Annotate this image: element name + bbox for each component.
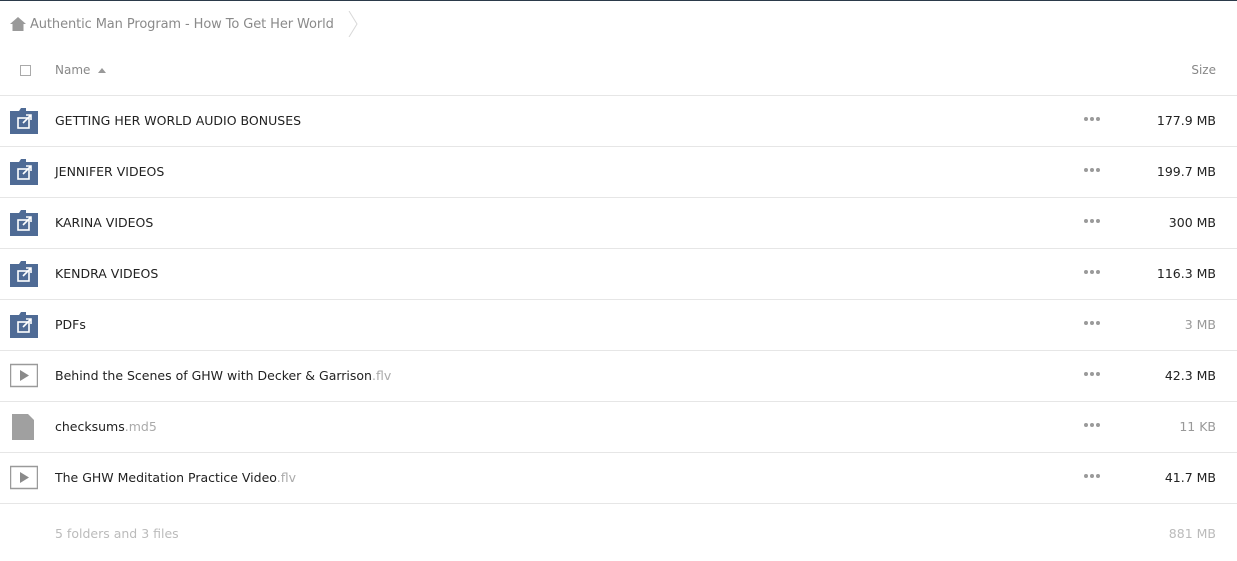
item-size: 300 MB	[1168, 215, 1216, 230]
item-size: 199.7 MB	[1156, 164, 1216, 179]
item-size: 11 KB	[1179, 419, 1216, 434]
shared-folder-icon-graphic	[10, 108, 38, 134]
shared-folder-icon-graphic	[10, 261, 38, 287]
more-options-icon[interactable]	[1084, 111, 1100, 127]
item-name[interactable]: KARINA VIDEOS	[55, 215, 153, 230]
list-item[interactable]: The GHW Meditation Practice Video.flv 41.…	[0, 453, 1237, 504]
more-options-icon[interactable]	[1084, 162, 1100, 178]
item-name-base: The GHW Meditation Practice Video	[55, 470, 277, 485]
list-item[interactable]: GETTING HER WORLD AUDIO BONUSES 177.9 MB	[0, 96, 1237, 147]
more-options-icon[interactable]	[1084, 366, 1100, 382]
more-options-dot	[1084, 372, 1088, 376]
item-size: 3 MB	[1184, 317, 1216, 332]
shared-folder-icon[interactable]	[10, 261, 38, 287]
sort-ascending-icon	[98, 67, 107, 73]
more-options-icon[interactable]	[1084, 315, 1100, 331]
breadcrumb-current[interactable]: Authentic Man Program - How To Get Her W…	[30, 17, 334, 32]
name-column-label: Name	[55, 63, 91, 77]
more-options-dot	[1084, 474, 1088, 478]
item-name[interactable]: KENDRA VIDEOS	[55, 266, 158, 281]
total-size: 881 MB	[1168, 526, 1216, 541]
item-size: 42.3 MB	[1164, 368, 1216, 383]
more-options-dot	[1084, 423, 1088, 427]
generic-file-icon[interactable]	[10, 414, 38, 440]
item-name-base: KARINA VIDEOS	[55, 215, 154, 230]
item-name-base: JENNIFER VIDEOS	[55, 164, 165, 179]
item-extension: .flv	[276, 470, 296, 485]
more-options-icon[interactable]	[1084, 213, 1100, 229]
shared-folder-icon-graphic	[10, 312, 38, 338]
item-name[interactable]: GETTING HER WORLD AUDIO BONUSES	[55, 113, 301, 128]
item-name-base: GETTING HER WORLD AUDIO BONUSES	[55, 113, 302, 128]
more-options-dot	[1084, 117, 1088, 121]
list-item[interactable]: checksums.md5 11 KB	[0, 402, 1237, 453]
more-options-dot	[1096, 168, 1100, 172]
more-options-dot	[1084, 219, 1088, 223]
more-options-dot	[1096, 321, 1100, 325]
generic-file-icon-graphic	[12, 414, 34, 440]
name-column-header[interactable]: Name	[55, 63, 107, 77]
more-options-dot	[1084, 321, 1088, 325]
more-options-dot	[1096, 219, 1100, 223]
more-options-dot	[1084, 270, 1088, 274]
more-options-dot	[1090, 168, 1094, 172]
shared-folder-icon-graphic	[10, 159, 38, 185]
more-options-dot	[1090, 321, 1094, 325]
item-name[interactable]: Behind the Scenes of GHW with Decker & G…	[55, 368, 391, 383]
item-size: 41.7 MB	[1164, 470, 1216, 485]
item-name[interactable]: The GHW Meditation Practice Video.flv	[55, 470, 296, 485]
breadcrumb: Authentic Man Program - How To Get Her W…	[10, 10, 358, 38]
shared-folder-icon-graphic	[10, 210, 38, 236]
item-name[interactable]: JENNIFER VIDEOS	[55, 164, 164, 179]
item-extension: .flv	[371, 368, 392, 383]
video-file-icon-graphic	[9, 363, 39, 388]
video-file-icon[interactable]	[9, 363, 39, 389]
more-options-dot	[1090, 270, 1094, 274]
more-options-icon[interactable]	[1084, 468, 1100, 484]
more-options-dot	[1084, 168, 1088, 172]
more-options-dot	[1090, 117, 1094, 121]
more-options-dot	[1096, 117, 1100, 121]
more-options-icon[interactable]	[1084, 417, 1100, 433]
size-column-header[interactable]: Size	[1191, 63, 1216, 77]
item-size: 177.9 MB	[1156, 113, 1216, 128]
video-file-icon-graphic	[9, 465, 39, 490]
more-options-dot	[1096, 270, 1100, 274]
item-name[interactable]: checksums.md5	[55, 419, 157, 434]
list-item[interactable]: PDFs 3 MB	[0, 300, 1237, 351]
top-border	[0, 0, 1237, 1]
item-extension: .md5	[124, 419, 157, 434]
video-file-icon[interactable]	[9, 465, 39, 491]
home-icon[interactable]	[10, 17, 26, 31]
more-options-dot	[1090, 474, 1094, 478]
item-name[interactable]: PDFs	[55, 317, 86, 332]
more-options-dot	[1096, 474, 1100, 478]
list-header: Name Size	[0, 50, 1237, 96]
item-name-base: PDFs	[55, 317, 86, 332]
shared-folder-icon[interactable]	[10, 108, 38, 134]
list-footer: 5 folders and 3 files 881 MB	[0, 524, 1237, 546]
item-name-base: Behind the Scenes of GHW with Decker & G…	[55, 368, 372, 383]
list-item[interactable]: KARINA VIDEOS 300 MB	[0, 198, 1237, 249]
item-name-base: KENDRA VIDEOS	[55, 266, 159, 281]
more-options-dot	[1090, 372, 1094, 376]
more-options-dot	[1096, 372, 1100, 376]
breadcrumb-separator-icon	[348, 11, 358, 37]
list-item[interactable]: Behind the Scenes of GHW with Decker & G…	[0, 351, 1237, 402]
list-item[interactable]: KENDRA VIDEOS 116.3 MB	[0, 249, 1237, 300]
file-list: GETTING HER WORLD AUDIO BONUSES 177.9 MB J…	[0, 96, 1237, 504]
list-item[interactable]: JENNIFER VIDEOS 199.7 MB	[0, 147, 1237, 198]
shared-folder-icon[interactable]	[10, 210, 38, 236]
more-options-dot	[1096, 423, 1100, 427]
item-size: 116.3 MB	[1156, 266, 1216, 281]
shared-folder-icon[interactable]	[10, 159, 38, 185]
more-options-icon[interactable]	[1084, 264, 1100, 280]
select-all-checkbox[interactable]	[20, 65, 31, 76]
shared-folder-icon[interactable]	[10, 312, 38, 338]
more-options-dot	[1090, 423, 1094, 427]
item-count-summary: 5 folders and 3 files	[55, 526, 179, 541]
item-name-base: checksums	[55, 419, 125, 434]
more-options-dot	[1090, 219, 1094, 223]
